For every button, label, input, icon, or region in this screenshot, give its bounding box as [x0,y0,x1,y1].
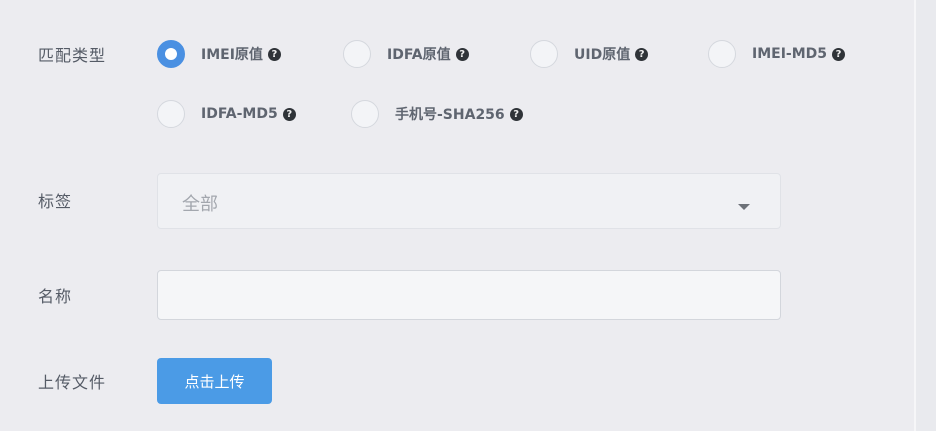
name-input[interactable] [157,270,781,320]
radio-circle[interactable] [343,40,371,68]
tag-label: 标签 [38,192,73,211]
radio-label: IMEI原值 [201,47,263,63]
radio-circle[interactable] [530,40,558,68]
question-circle-icon[interactable]: ? [282,107,296,121]
upload-button[interactable]: 点击上传 [157,358,272,404]
upload-label: 上传文件 [38,373,107,392]
name-label: 名称 [38,287,73,306]
tag-select[interactable]: 全部 [157,173,781,229]
caret-down-icon[interactable] [738,204,750,210]
radio-phone-sha256[interactable]: 手机号-SHA256 ? [351,97,523,131]
radio-uid-raw[interactable]: UID原值 ? [530,37,649,71]
radio-idfa-md5[interactable]: IDFA-MD5 ? [157,97,296,131]
tag-select-value: 全部 [182,194,218,215]
form-panel: 匹配类型 IMEI原值 ? IDFA原值 ? UID原值 ? IMEI-MD5 … [0,0,916,431]
radio-label: IMEI-MD5 [752,46,828,62]
radio-imei-raw[interactable]: IMEI原值 ? [157,37,281,71]
question-circle-icon[interactable]: ? [832,47,846,61]
radio-circle[interactable] [157,100,185,128]
question-circle-icon[interactable]: ? [635,47,649,61]
radio-circle[interactable] [708,40,736,68]
radio-label: 手机号-SHA256 [395,107,505,123]
question-circle-icon[interactable]: ? [509,107,523,121]
question-circle-icon[interactable]: ? [267,47,281,61]
radio-label: UID原值 [574,47,631,63]
question-circle-icon[interactable]: ? [455,47,469,61]
radio-label: IDFA-MD5 [201,106,278,122]
radio-idfa-raw[interactable]: IDFA原值 ? [343,37,469,71]
radio-circle[interactable] [157,40,185,68]
match-type-label: 匹配类型 [38,46,107,65]
radio-imei-md5[interactable]: IMEI-MD5 ? [708,37,846,71]
radio-circle[interactable] [351,100,379,128]
radio-label: IDFA原值 [387,47,451,63]
